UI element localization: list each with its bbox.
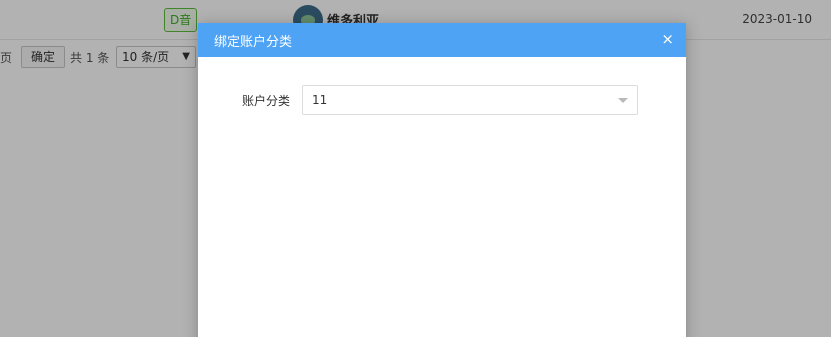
bind-account-category-dialog: 绑定账户分类 × 账户分类 11 — [198, 23, 686, 337]
account-category-label: 账户分类 — [242, 94, 291, 108]
dialog-header: 绑定账户分类 × — [198, 23, 686, 57]
close-icon[interactable]: × — [661, 31, 674, 47]
dialog-title: 绑定账户分类 — [214, 35, 293, 50]
page: D音 维多利亚 2023-01-10 页 确定 共 1 条 10 条/页 ▼ 绑… — [0, 0, 831, 337]
account-category-select[interactable]: 11 — [302, 85, 638, 115]
chevron-down-icon — [618, 98, 628, 103]
account-category-value: 11 — [312, 93, 328, 107]
